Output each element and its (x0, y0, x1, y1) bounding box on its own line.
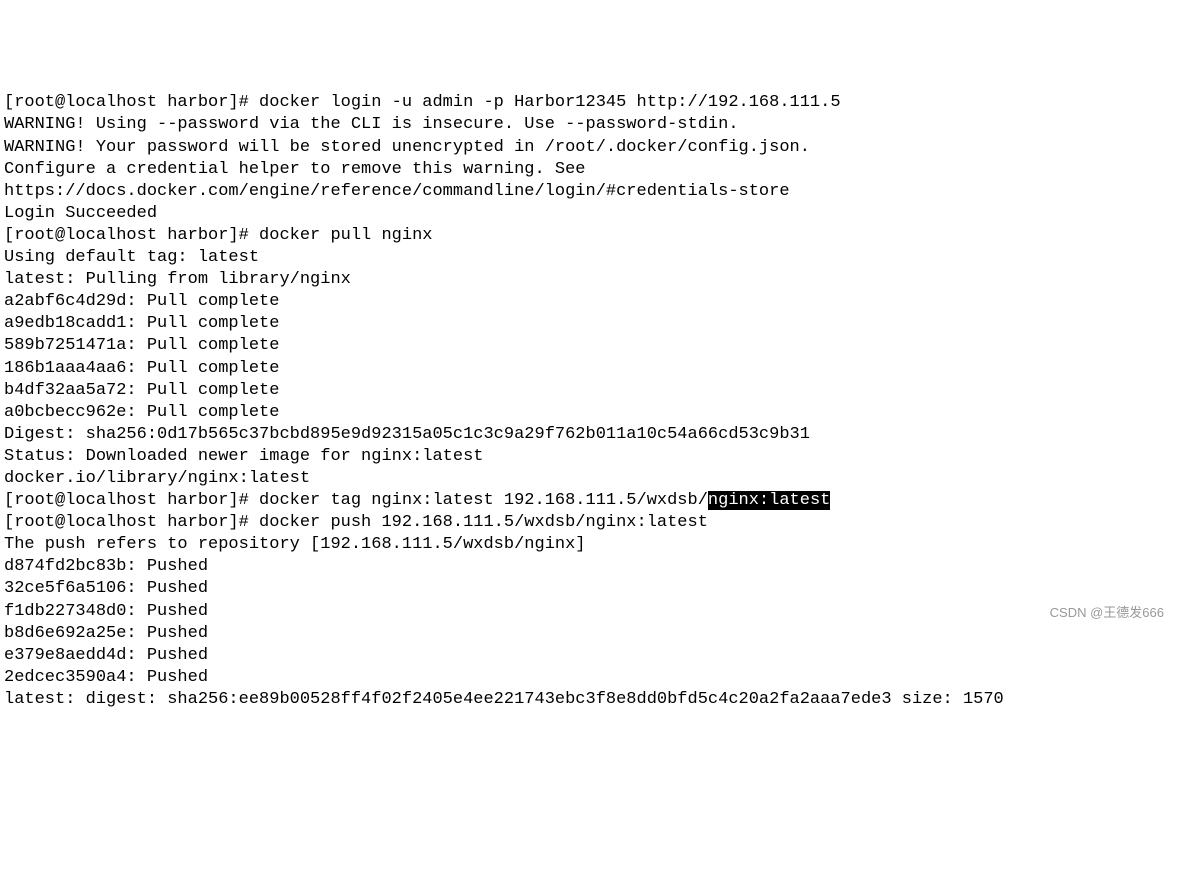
terminal-line: Status: Downloaded newer image for nginx… (4, 446, 1180, 468)
terminal-line: 2edcec3590a4: Pushed (4, 667, 1180, 689)
terminal-line: [root@localhost harbor]# docker pull ngi… (4, 225, 1180, 247)
terminal-line: a2abf6c4d29d: Pull complete (4, 291, 1180, 313)
terminal-line: https://docs.docker.com/engine/reference… (4, 181, 1180, 203)
terminal-line: a9edb18cadd1: Pull complete (4, 313, 1180, 335)
terminal-line: Digest: sha256:0d17b565c37bcbd895e9d9231… (4, 424, 1180, 446)
watermark: CSDN @王德发666 (1050, 605, 1164, 622)
terminal-line-tag: [root@localhost harbor]# docker tag ngin… (4, 490, 1180, 512)
terminal-line: 186b1aaa4aa6: Pull complete (4, 358, 1180, 380)
tag-line-prefix: [root@localhost harbor]# docker tag ngin… (4, 491, 708, 510)
terminal-line: latest: digest: sha256:ee89b00528ff4f02f… (4, 689, 1180, 711)
terminal-line: latest: Pulling from library/nginx (4, 269, 1180, 291)
terminal-line: [root@localhost harbor]# docker push 192… (4, 512, 1180, 534)
terminal-output: [root@localhost harbor]# docker login -u… (4, 92, 1180, 711)
terminal-line: Login Succeeded (4, 203, 1180, 225)
terminal-line: b4df32aa5a72: Pull complete (4, 380, 1180, 402)
terminal-line: f1db227348d0: Pushed (4, 601, 1180, 623)
terminal-line: WARNING! Your password will be stored un… (4, 137, 1180, 159)
terminal-line: d874fd2bc83b: Pushed (4, 556, 1180, 578)
terminal-line: [root@localhost harbor]# docker login -u… (4, 92, 1180, 114)
tag-line-highlight: nginx:latest (708, 491, 830, 510)
terminal-line: 589b7251471a: Pull complete (4, 335, 1180, 357)
terminal-line: a0bcbecc962e: Pull complete (4, 402, 1180, 424)
terminal-line: docker.io/library/nginx:latest (4, 468, 1180, 490)
terminal-line: The push refers to repository [192.168.1… (4, 534, 1180, 556)
terminal-line: Using default tag: latest (4, 247, 1180, 269)
terminal-line: e379e8aedd4d: Pushed (4, 645, 1180, 667)
terminal-line: 32ce5f6a5106: Pushed (4, 578, 1180, 600)
terminal-line: WARNING! Using --password via the CLI is… (4, 114, 1180, 136)
terminal-line: Configure a credential helper to remove … (4, 159, 1180, 181)
